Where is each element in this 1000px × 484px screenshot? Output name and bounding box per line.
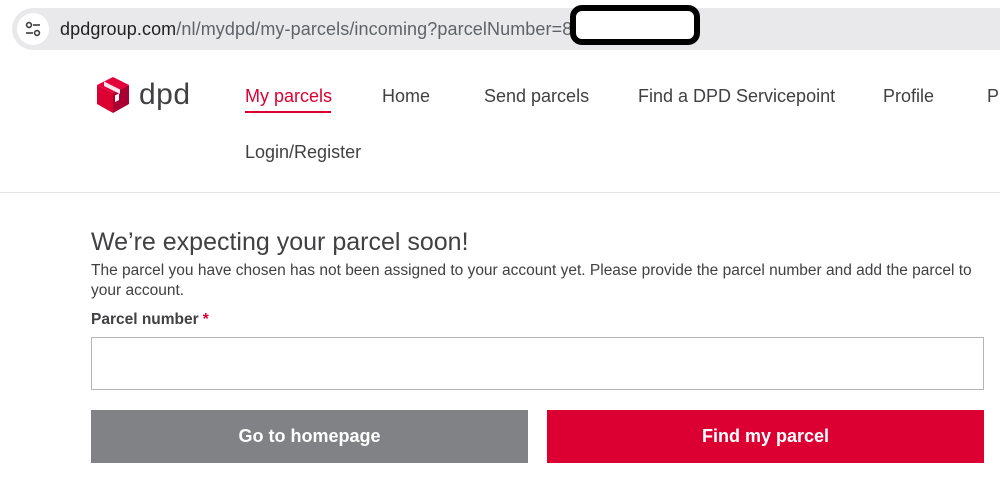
logo-text: dpd bbox=[139, 78, 191, 111]
required-marker: * bbox=[202, 311, 209, 328]
parcel-number-input[interactable] bbox=[91, 337, 984, 390]
parcel-number-label-text: Parcel number bbox=[91, 311, 199, 328]
nav-truncated-item[interactable]: P bbox=[987, 85, 999, 107]
url-text[interactable]: dpdgroup.com/nl/mydpd/my-parcels/incomin… bbox=[60, 19, 582, 40]
browser-toolbar: dpdgroup.com/nl/mydpd/my-parcels/incomin… bbox=[0, 0, 1000, 58]
site-header: dpd My parcels Home Send parcels Find a … bbox=[0, 58, 1000, 193]
dpd-cube-icon bbox=[97, 77, 129, 113]
page-heading: We’re expecting your parcel soon! bbox=[91, 228, 469, 256]
address-bar[interactable]: dpdgroup.com/nl/mydpd/my-parcels/incomin… bbox=[12, 8, 1000, 50]
nav-send-parcels[interactable]: Send parcels bbox=[484, 85, 589, 107]
dpd-logo[interactable]: dpd bbox=[96, 76, 191, 114]
active-nav-underline bbox=[245, 111, 331, 113]
site-settings-icon[interactable] bbox=[17, 13, 49, 45]
nav-login-register[interactable]: Login/Register bbox=[245, 141, 361, 163]
page-description: The parcel you have chosen has not been … bbox=[91, 262, 972, 299]
nav-my-parcels[interactable]: My parcels bbox=[245, 85, 333, 113]
main-navigation: My parcels Home Send parcels Find a DPD … bbox=[245, 85, 1000, 185]
url-host: dpdgroup.com bbox=[60, 18, 177, 39]
go-to-homepage-button[interactable]: Go to homepage bbox=[91, 410, 528, 463]
url-path: /nl/mydpd/my-parcels/incoming?parcelNumb… bbox=[176, 18, 583, 39]
main-content: We’re expecting your parcel soon! The pa… bbox=[91, 226, 984, 463]
nav-home[interactable]: Home bbox=[382, 85, 430, 107]
action-buttons: Go to homepage Find my parcel bbox=[91, 410, 984, 463]
nav-profile[interactable]: Profile bbox=[883, 85, 934, 107]
nav-my-parcels-label: My parcels bbox=[245, 86, 333, 106]
nav-find-servicepoint[interactable]: Find a DPD Servicepoint bbox=[638, 85, 835, 107]
redaction-box bbox=[570, 5, 700, 45]
parcel-number-label: Parcel number * bbox=[91, 310, 984, 330]
find-my-parcel-button[interactable]: Find my parcel bbox=[547, 410, 984, 463]
